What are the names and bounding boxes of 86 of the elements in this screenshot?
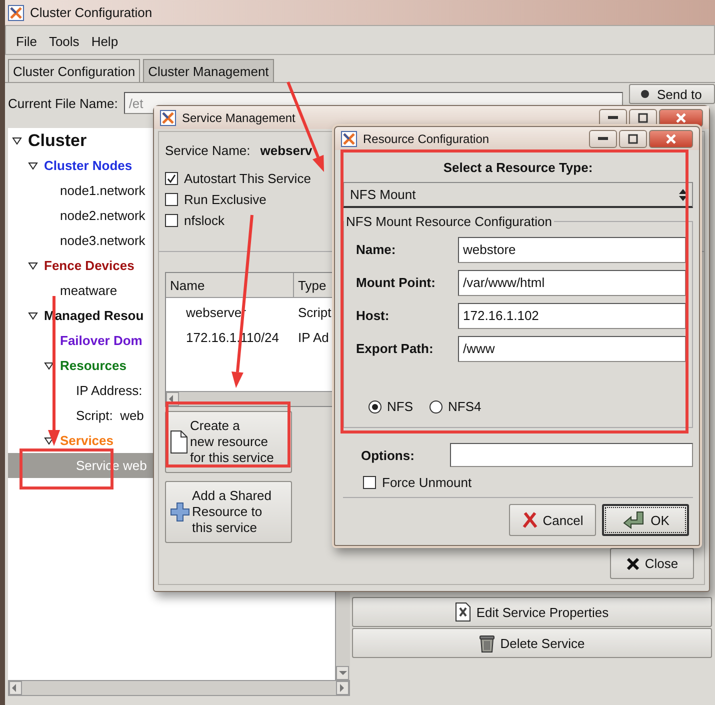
app-icon — [8, 4, 24, 20]
delete-button[interactable]: Delete Service — [352, 628, 712, 658]
expander-icon[interactable] — [28, 312, 38, 320]
spinner-icon — [678, 188, 688, 202]
maximize-icon — [628, 134, 638, 144]
close-icon — [676, 112, 686, 122]
radio-button[interactable] — [368, 400, 382, 414]
radio-label[interactable]: NFS4 — [448, 399, 482, 414]
scrollbar[interactable] — [8, 680, 350, 696]
menu-item[interactable]: Help — [85, 32, 124, 51]
checkbox[interactable] — [165, 172, 178, 185]
tree-item[interactable]: meatware — [60, 283, 118, 298]
minimize-button[interactable] — [589, 130, 617, 148]
column-header[interactable]: Name — [166, 273, 294, 298]
input-field[interactable] — [450, 443, 693, 467]
cancel-icon — [522, 511, 538, 529]
field-label: Mount Point: — [356, 275, 436, 290]
close-button[interactable] — [649, 130, 693, 148]
create-resource-button[interactable]: Create a new resource for this service — [165, 411, 292, 473]
field-label: Service Name: — [165, 142, 250, 158]
plus-icon — [170, 502, 190, 522]
maximize-button[interactable] — [619, 130, 647, 148]
app-icon — [160, 110, 176, 126]
hand-icon — [622, 509, 646, 531]
radio-button[interactable] — [429, 400, 443, 414]
minimize-icon — [608, 116, 618, 120]
tree-item[interactable]: Cluster Nodes — [44, 158, 132, 173]
document-wrench-icon — [455, 602, 472, 622]
tree-item[interactable]: node1.network — [60, 183, 146, 198]
expander-icon[interactable] — [28, 262, 38, 270]
tab[interactable]: Cluster Configuration — [8, 59, 140, 82]
window-title: Resource Configuration — [363, 132, 490, 146]
close-button[interactable] — [659, 108, 703, 126]
field-label: Host: — [356, 308, 390, 323]
table-cell-text: Script — [297, 304, 332, 322]
input-field[interactable]: /var/www/html — [458, 270, 686, 296]
checkbox-label[interactable]: Autostart This Service — [184, 171, 311, 186]
checkbox[interactable] — [165, 214, 178, 227]
expander-icon[interactable] — [12, 136, 22, 144]
menu-item[interactable]: Tools — [42, 32, 86, 51]
ok-button[interactable]: OK — [602, 504, 689, 536]
field-label: Current File Name: — [8, 96, 118, 110]
edit-button[interactable]: Edit Service Properties — [352, 597, 712, 627]
checkbox-label[interactable]: nfslock — [184, 213, 224, 228]
tree-item[interactable]: node3.network — [60, 233, 146, 248]
close-icon — [626, 556, 640, 570]
tree-item[interactable]: Cluster — [28, 130, 87, 150]
service-name: webserv — [260, 142, 312, 158]
tree-item[interactable]: Fence Devices — [44, 258, 134, 273]
resource-type-dropdown[interactable]: NFS Mount — [343, 182, 693, 208]
table-cell-text: IP Ad — [297, 329, 329, 347]
app-icon — [341, 130, 357, 146]
input-field[interactable]: 172.16.1.102 — [458, 302, 686, 328]
field-label: Name: — [356, 242, 397, 257]
maximize-icon — [638, 112, 648, 122]
close-icon — [666, 134, 676, 144]
tab[interactable]: Cluster Management — [143, 59, 274, 82]
close-button[interactable]: Close — [610, 548, 694, 579]
menu-item[interactable]: File — [10, 32, 43, 51]
input-field[interactable]: /www — [458, 336, 686, 362]
trash-icon — [479, 633, 496, 653]
cancel-button[interactable]: Cancel — [509, 504, 596, 536]
send-button[interactable]: Send to — [629, 84, 715, 104]
checkbox-label[interactable]: Run Exclusive — [184, 192, 266, 207]
minimize-icon — [598, 136, 608, 140]
field-label: Options: — [361, 448, 414, 462]
tree-item[interactable]: IP Address: — [76, 383, 142, 398]
window-title: Cluster Configuration — [30, 5, 152, 20]
checkbox-label[interactable]: Force Unmount — [382, 474, 472, 490]
expander-icon[interactable] — [44, 436, 54, 444]
send-icon — [638, 87, 652, 101]
tree-item[interactable]: node2.network — [60, 208, 146, 223]
expander-icon[interactable] — [44, 362, 54, 370]
input-field[interactable]: webstore — [458, 236, 686, 262]
section-heading: Select a Resource Type: — [442, 158, 594, 177]
field-label: Export Path: — [356, 341, 434, 356]
radio-label[interactable]: NFS — [387, 399, 413, 414]
document-icon — [170, 430, 188, 454]
expander-icon[interactable] — [28, 162, 38, 170]
checkbox[interactable] — [165, 193, 178, 206]
tree-item[interactable]: Resources — [60, 358, 126, 373]
add-shared-resource-button[interactable]: Add a Shared Resource to this service — [165, 481, 292, 543]
tree-item[interactable]: Failover Dom — [60, 333, 142, 348]
group-title: NFS Mount Resource Configuration — [345, 214, 553, 229]
checkbox[interactable] — [363, 476, 376, 488]
tree-item[interactable]: Script: web — [76, 408, 144, 423]
